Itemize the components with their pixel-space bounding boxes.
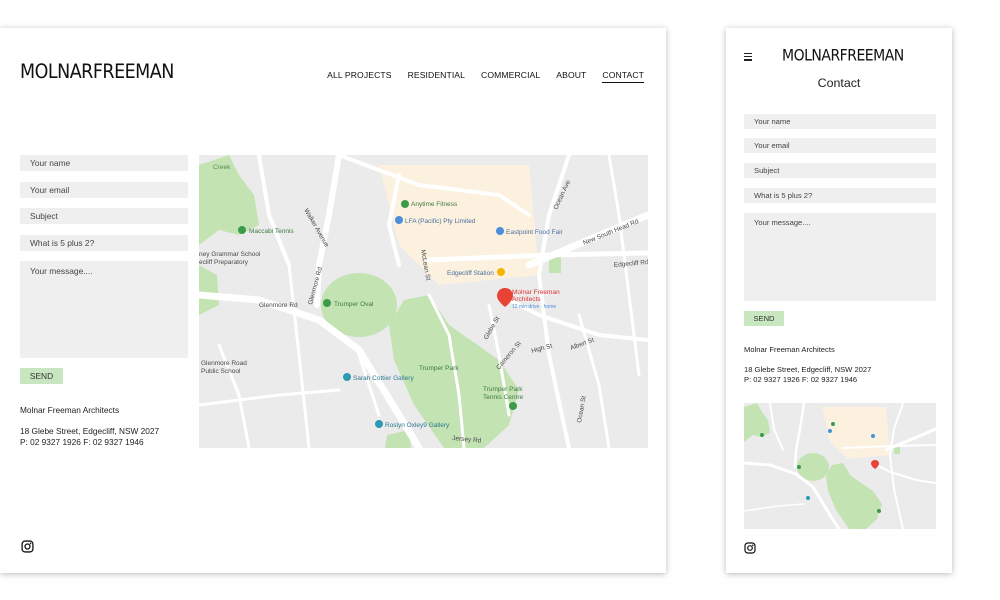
brand-logo[interactable]: MOLNARFREEMAN <box>20 61 174 83</box>
mobile-captcha-field[interactable]: What is 5 plus 2? <box>744 188 936 203</box>
mobile-location-map[interactable] <box>744 403 936 529</box>
phone-numbers: P: 02 9327 1926 F: 02 9327 1946 <box>20 437 144 447</box>
nav-about[interactable]: ABOUT <box>556 70 586 83</box>
message-field[interactable]: Your message.... <box>20 261 188 358</box>
map-label-grammar: ney Grammar School <box>199 251 261 258</box>
map-label-lfa: LFA (Pacific) Pty Limited <box>405 218 476 225</box>
hamburger-menu-icon[interactable] <box>744 53 752 63</box>
send-button[interactable]: SEND <box>20 368 63 384</box>
mobile-company-name: Molnar Freeman Architects <box>744 345 835 354</box>
street-address: 18 Glebe Street, Edgecliff, NSW 2027 <box>20 426 160 436</box>
map-poi-maccabi[interactable] <box>238 226 246 234</box>
mobile-subject-field[interactable]: Subject <box>744 163 936 178</box>
mobile-brand-logo[interactable]: MOLNARFREEMAN <box>782 47 904 65</box>
captcha-field[interactable]: What is 5 plus 2? <box>20 235 188 251</box>
mobile-preview: MOLNARFREEMAN Contact Your name Your ema… <box>726 28 952 573</box>
map-poi-trumper-oval[interactable] <box>323 299 331 307</box>
map-poi-sarah[interactable] <box>343 373 351 381</box>
map-poi-station[interactable] <box>497 268 505 276</box>
name-field[interactable]: Your name <box>20 155 188 171</box>
company-name: Molnar Freeman Architects <box>20 405 120 415</box>
map-label-drive: 12 min drive · home <box>512 304 556 310</box>
map-label-glenmore-school2: Public School <box>201 368 241 375</box>
mobile-phone-numbers: P: 02 9327 1926 F: 02 9327 1946 <box>744 375 858 384</box>
map-label-molnar2: Architects <box>512 296 541 303</box>
mobile-name-field[interactable]: Your name <box>744 114 936 129</box>
subject-field[interactable]: Subject <box>20 208 188 224</box>
map-label-eastpoint: Eastpoint Food Fair <box>506 229 564 236</box>
map-label-roslyn: Roslyn Oxley9 Gallery <box>385 422 450 429</box>
nav-all-projects[interactable]: ALL PROJECTS <box>327 70 391 83</box>
desktop-preview: MOLNARFREEMAN ALL PROJECTS RESIDENTIAL C… <box>0 28 666 573</box>
map-label-glenmore-rd: Glenmore Rd <box>259 302 298 309</box>
map-poi-anytime[interactable] <box>401 200 409 208</box>
map-label-station: Edgecliff Station <box>447 270 494 277</box>
nav-commercial[interactable]: COMMERCIAL <box>481 70 540 83</box>
mobile-send-button[interactable]: SEND <box>744 311 784 326</box>
nav-contact[interactable]: CONTACT <box>602 70 644 83</box>
map-label-glenmore-school1: Glenmore Road <box>201 360 247 367</box>
location-map[interactable]: Creek Anytime Fitness LFA (Pacific) Pty … <box>199 155 648 448</box>
mobile-street-address: 18 Glebe Street, Edgecliff, NSW 2027 <box>744 365 872 374</box>
mobile-message-field[interactable]: Your message.... <box>744 213 936 301</box>
nav-residential[interactable]: RESIDENTIAL <box>408 70 465 83</box>
map-poi-lfa[interactable] <box>395 216 403 224</box>
map-label-trumper-park: Trumper Park <box>419 365 459 372</box>
map-label-maccabi: Maccabi Tennis <box>249 228 294 235</box>
map-label-tennis1: Trumper Park <box>483 386 523 393</box>
map-label-trumper-oval: Trumper Oval <box>334 301 374 308</box>
map-label-grammar2: ecliff Preparatory <box>199 259 249 266</box>
mobile-email-field[interactable]: Your email <box>744 138 936 153</box>
map-label-creek: Creek <box>213 164 231 171</box>
map-label-molnar1: Molnar Freeman <box>512 289 560 296</box>
mobile-instagram-icon[interactable] <box>744 542 756 554</box>
page-title: Contact <box>817 76 861 90</box>
map-label-sarah: Sarah Cottier Gallery <box>353 375 414 382</box>
instagram-icon[interactable] <box>21 540 34 553</box>
email-field[interactable]: Your email <box>20 182 188 198</box>
map-poi-tennis[interactable] <box>509 402 517 410</box>
main-nav: ALL PROJECTS RESIDENTIAL COMMERCIAL ABOU… <box>327 70 644 83</box>
map-poi-roslyn[interactable] <box>375 420 383 428</box>
map-label-tennis2: Tennis Centre <box>483 394 523 401</box>
map-poi-eastpoint[interactable] <box>496 227 504 235</box>
map-label-anytime: Anytime Fitness <box>411 201 458 208</box>
